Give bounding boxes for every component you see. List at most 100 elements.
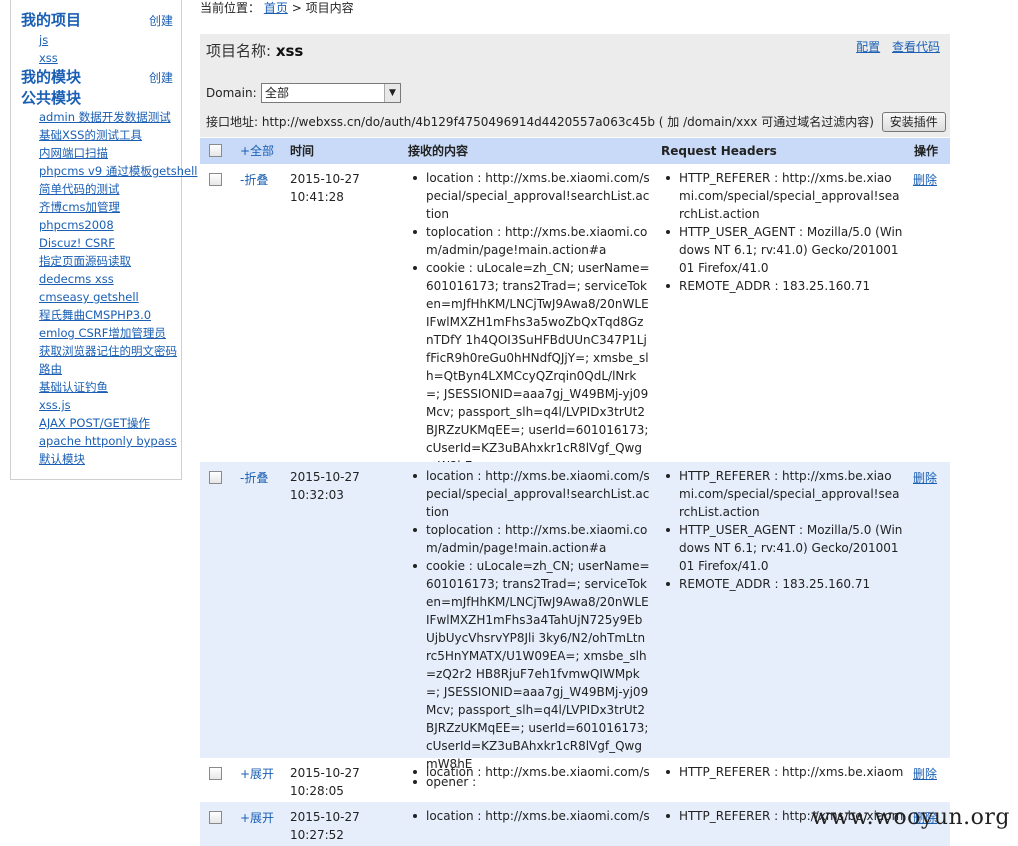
public-module-item: apache httponly bypass bbox=[39, 432, 199, 450]
row-toggle-link[interactable]: +展开 bbox=[240, 809, 274, 826]
create-module-link[interactable]: 创建 bbox=[149, 69, 173, 86]
public-module-item: phpcms v9 通过模板getshell bbox=[39, 162, 199, 180]
header-item: HTTP_REFERER : http://xms.be.xiaomi.com/… bbox=[663, 169, 903, 223]
row-checkbox[interactable] bbox=[209, 471, 222, 484]
delete-link[interactable]: 删除 bbox=[913, 765, 937, 782]
row-content-list: location : http://xms.be.xiaomi.com/spec… bbox=[410, 763, 650, 781]
row-content-list: location : http://xms.be.xiaomi.com/spec… bbox=[410, 467, 650, 791]
select-all-checkbox[interactable] bbox=[209, 144, 222, 157]
row-content-list: location : http://xms.be.xiaomi.com/spec… bbox=[410, 807, 650, 825]
row-checkbox[interactable] bbox=[209, 811, 222, 824]
row-date: 2015-10-27 bbox=[290, 810, 360, 824]
row-toggle-link[interactable]: -折叠 bbox=[240, 469, 268, 486]
header-time: 时间 bbox=[290, 144, 315, 158]
public-module-link[interactable]: 齐博cms加管理 bbox=[39, 200, 120, 214]
row-toggle-link[interactable]: +展开 bbox=[240, 765, 274, 782]
project-link[interactable]: xss bbox=[39, 51, 58, 65]
public-module-link[interactable]: admin 数据开发数据测试 bbox=[39, 110, 171, 124]
public-module-link[interactable]: xss.js bbox=[39, 398, 71, 412]
content-item: toplocation : http://xms.be.xiaomi.com/a… bbox=[410, 521, 650, 557]
view-code-link[interactable]: 查看代码 bbox=[892, 40, 940, 54]
domain-label: Domain: bbox=[206, 86, 257, 100]
public-module-link[interactable]: 内网端口扫描 bbox=[39, 146, 108, 160]
content-item: cookie : uLocale=zh_CN; userName=6010161… bbox=[410, 259, 650, 475]
public-module-link[interactable]: emlog CSRF增加管理员 bbox=[39, 326, 166, 340]
public-modules-header: 公共模块 bbox=[21, 88, 181, 108]
row-clock: 10:27:52 bbox=[290, 828, 344, 842]
row-checkbox[interactable] bbox=[209, 173, 222, 186]
breadcrumb-home-link[interactable]: 首页 bbox=[264, 1, 288, 15]
header-request-headers: Request Headers bbox=[661, 144, 777, 158]
public-module-link[interactable]: 路由 bbox=[39, 362, 62, 376]
install-plugin-button[interactable]: 安装插件 bbox=[881, 112, 946, 132]
public-module-link[interactable]: phpcms2008 bbox=[39, 218, 114, 232]
content-item: location : http://xms.be.xiaomi.com/spec… bbox=[410, 467, 650, 521]
public-modules-title: 公共模块 bbox=[21, 89, 82, 107]
public-module-item: cmseasy getshell bbox=[39, 288, 199, 306]
breadcrumb-separator: > bbox=[291, 1, 306, 15]
public-module-link[interactable]: Discuz! CSRF bbox=[39, 236, 115, 250]
row-checkbox[interactable] bbox=[209, 767, 222, 780]
project-name: xss bbox=[275, 42, 304, 60]
content-item: toplocation : http://xms.be.xiaomi.com/a… bbox=[410, 223, 650, 259]
domain-select-value: 全部 bbox=[265, 86, 290, 100]
public-module-link[interactable]: apache httponly bypass bbox=[39, 434, 177, 448]
delete-link[interactable]: 删除 bbox=[913, 469, 937, 486]
delete-link[interactable]: 删除 bbox=[913, 171, 937, 188]
config-link[interactable]: 配置 bbox=[856, 40, 880, 54]
table-row: -折叠 2015-10-27 10:41:28 location : http://x… bbox=[200, 164, 950, 491]
table-row: -折叠 2015-10-27 10:32:03 location : http://x… bbox=[200, 462, 950, 789]
table-body: -折叠 2015-10-27 10:41:28 location : http://x… bbox=[200, 164, 950, 846]
records-table: +全部 时间 接收的内容 Request Headers 操作 -折叠 2015-… bbox=[200, 138, 950, 846]
breadcrumb-prefix: 当前位置： bbox=[200, 1, 261, 15]
header-item: HTTP_REFERER : http://xms.be.xiaomi.com/… bbox=[663, 467, 903, 521]
public-module-link[interactable]: 指定页面源码读取 bbox=[39, 254, 131, 268]
public-module-item: xss.js bbox=[39, 396, 199, 414]
my-projects-header: 我的项目 创建 bbox=[21, 10, 181, 30]
expand-all-link[interactable]: +全部 bbox=[240, 138, 274, 164]
public-module-link[interactable]: AJAX POST/GET操作 bbox=[39, 416, 150, 430]
row-date: 2015-10-27 bbox=[290, 470, 360, 484]
project-item: xss bbox=[39, 49, 199, 67]
public-module-link[interactable]: 简单代码的测试 bbox=[39, 182, 120, 196]
row-headers-list: HTTP_REFERER : http://xms.be.xiaomi. bbox=[663, 763, 903, 781]
row-headers-list: HTTP_REFERER : http://xms.be.xiaomi.com/… bbox=[663, 169, 903, 295]
api-address: 接口地址: http://webxss.cn/do/auth/4b129f475… bbox=[206, 115, 874, 129]
header-item: REMOTE_ADDR : 183.25.160.71 bbox=[663, 277, 903, 295]
domain-select[interactable]: 全部 ▼ bbox=[261, 83, 401, 103]
project-panel: 项目名称: xss 配置 查看代码 Domain: 全部 ▼ 接口地址: htt… bbox=[200, 34, 950, 137]
public-module-item: dedecms xss bbox=[39, 270, 199, 288]
public-module-item: 指定页面源码读取 bbox=[39, 252, 199, 270]
header-content: 接收的内容 bbox=[408, 144, 469, 158]
public-module-item: 获取浏览器记住的明文密码 bbox=[39, 342, 199, 360]
my-modules-header: 我的模块 创建 bbox=[21, 67, 181, 87]
row-time: 2015-10-27 10:32:03 bbox=[290, 468, 370, 504]
public-module-item: phpcms2008 bbox=[39, 216, 199, 234]
public-module-list: admin 数据开发数据测试 基础XSS的测试工具 内网端口扫描 phpcms v9 … bbox=[39, 108, 199, 468]
public-module-link[interactable]: 获取浏览器记住的明文密码 bbox=[39, 344, 177, 358]
public-module-link[interactable]: 基础XSS的测试工具 bbox=[39, 128, 142, 142]
row-clock: 10:32:03 bbox=[290, 488, 344, 502]
public-module-item: 内网端口扫描 bbox=[39, 144, 199, 162]
public-module-link[interactable]: 默认模块 bbox=[39, 452, 85, 466]
breadcrumb: 当前位置： 首页 > 项目内容 bbox=[200, 0, 354, 18]
header-item: REMOTE_ADDR : 183.25.160.71 bbox=[663, 575, 903, 593]
row-clock: 10:28:05 bbox=[290, 784, 344, 798]
public-module-link[interactable]: 基础认证钓鱼 bbox=[39, 380, 108, 394]
public-module-link[interactable]: dedecms xss bbox=[39, 272, 114, 286]
domain-filter: Domain: 全部 ▼ bbox=[206, 82, 401, 104]
public-module-item: admin 数据开发数据测试 bbox=[39, 108, 199, 126]
sidebar: 我的项目 创建 js xss 我的模块 创建 公共模块 admin 数据开发数据测… bbox=[10, 0, 197, 480]
public-module-link[interactable]: phpcms v9 通过模板getshell bbox=[39, 164, 197, 178]
project-actions: 配置 查看代码 bbox=[848, 38, 940, 55]
row-toggle-link[interactable]: -折叠 bbox=[240, 171, 268, 188]
row-date: 2015-10-27 bbox=[290, 172, 360, 186]
project-link[interactable]: js bbox=[39, 33, 48, 47]
public-module-item: 程氏舞曲CMSPHP3.0 bbox=[39, 306, 199, 324]
chevron-down-icon[interactable]: ▼ bbox=[384, 84, 400, 102]
table-row: +展开 2015-10-27 10:28:05 location : http://x… bbox=[200, 758, 950, 802]
create-project-link[interactable]: 创建 bbox=[149, 12, 173, 29]
row-time: 2015-10-27 10:27:52 bbox=[290, 808, 370, 844]
public-module-link[interactable]: 程氏舞曲CMSPHP3.0 bbox=[39, 308, 151, 322]
public-module-link[interactable]: cmseasy getshell bbox=[39, 290, 139, 304]
